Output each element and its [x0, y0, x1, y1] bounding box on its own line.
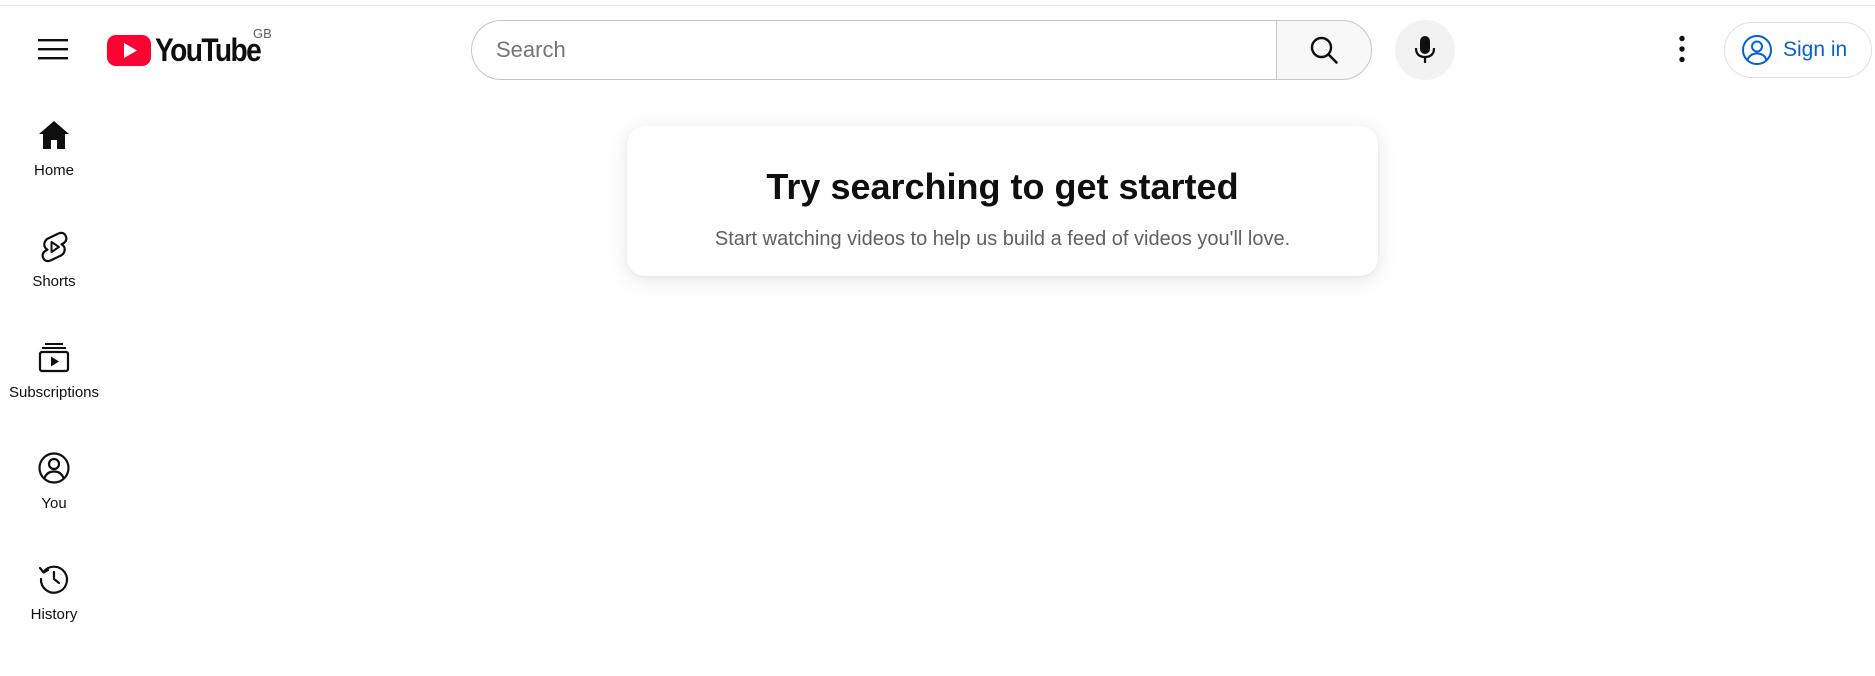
search-icon [1310, 36, 1338, 64]
home-icon [39, 121, 69, 149]
vertical-dots-icon [1679, 35, 1685, 63]
feed-subtitle: Start watching videos to help us build a… [714, 228, 1291, 250]
subscriptions-icon [38, 343, 70, 373]
guide-item-label: Subscriptions [8, 384, 100, 401]
history-icon [38, 565, 69, 594]
search-input[interactable] [496, 21, 1277, 79]
guide-item-label: Home [33, 162, 74, 179]
guide-menu-button[interactable] [28, 24, 78, 74]
country-code: GB [253, 26, 272, 41]
youtube-logo[interactable]: YouTube [107, 28, 275, 72]
sign-in-button[interactable]: Sign in [1724, 22, 1872, 78]
guide-item-history[interactable]: History [0, 536, 108, 647]
empty-feed-card: Try searching to get started Start watch… [627, 126, 1378, 276]
youtube-play-logo-icon [107, 34, 151, 66]
account-circle-icon [1742, 35, 1772, 65]
search-box [471, 20, 1277, 80]
guide-item-home[interactable]: Home [0, 92, 108, 203]
guide-item-label: You [41, 495, 67, 512]
hamburger-menu-icon [38, 39, 68, 60]
voice-search-button[interactable] [1395, 20, 1455, 80]
guide-item-label: History [30, 606, 78, 623]
guide-item-subscriptions[interactable]: Subscriptions [0, 314, 108, 425]
guide-item-you[interactable]: You [0, 425, 108, 536]
account-circle-icon [38, 452, 70, 484]
sign-in-label: Sign in [1783, 38, 1848, 61]
search-button[interactable] [1276, 20, 1372, 80]
mini-guide: Home Shorts Subscriptions You History [0, 92, 108, 647]
feed-title: Try searching to get started [766, 166, 1239, 207]
microphone-icon [1414, 36, 1436, 63]
logo-wordmark: YouTube [155, 31, 262, 68]
masthead: YouTube GB Sign in [0, 6, 1875, 92]
shorts-icon [41, 231, 68, 263]
guide-item-shorts[interactable]: Shorts [0, 203, 108, 314]
guide-item-label: Shorts [32, 273, 76, 290]
settings-more-button[interactable] [1657, 24, 1707, 74]
